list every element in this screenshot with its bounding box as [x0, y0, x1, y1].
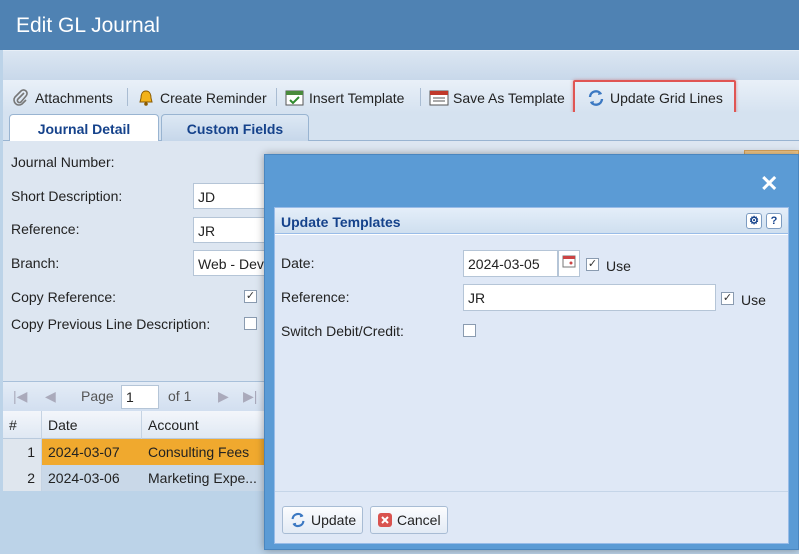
- help-icon[interactable]: ?: [766, 213, 782, 229]
- reference-field[interactable]: JR: [193, 217, 268, 243]
- last-page-icon[interactable]: ▶|: [243, 388, 257, 405]
- row-number: 2: [3, 465, 42, 491]
- row-number: 1: [3, 439, 42, 465]
- insert-template-button[interactable]: Insert Template: [285, 87, 404, 109]
- reference-label: Reference:: [281, 289, 350, 305]
- copy-reference-label: Copy Reference:: [11, 289, 117, 305]
- create-reminder-button[interactable]: Create Reminder: [136, 87, 267, 109]
- date-input[interactable]: 2024-03-05: [463, 250, 558, 277]
- branch-select[interactable]: Web - Dev: [193, 250, 268, 276]
- row-date: 2024-03-07: [48, 444, 120, 460]
- panel-footer: Update Cancel: [275, 491, 788, 543]
- page-input[interactable]: 1: [121, 385, 159, 409]
- create-reminder-label: Create Reminder: [160, 90, 267, 106]
- row-date: 2024-03-06: [48, 470, 120, 486]
- calendar-icon[interactable]: [558, 250, 580, 277]
- cancel-icon: [377, 512, 393, 528]
- update-templates-dialog: ✕ Update Templates ⚙ ? Date: 2024-03-05 …: [264, 154, 799, 550]
- page-label: Page: [81, 388, 114, 404]
- branch-label: Branch:: [11, 255, 60, 271]
- copy-reference-checkbox[interactable]: ✓: [244, 290, 257, 303]
- reference-input[interactable]: JR: [463, 284, 716, 311]
- row-account: Consulting Fees: [148, 444, 250, 460]
- tab-custom-fields[interactable]: Custom Fields: [161, 114, 309, 141]
- save-template-icon: [429, 88, 449, 108]
- insert-template-label: Insert Template: [309, 90, 405, 106]
- row-account: Marketing Expe...: [148, 470, 257, 486]
- highlight-box: [573, 80, 736, 116]
- refresh-icon: [289, 511, 307, 529]
- date-use-checkbox[interactable]: ✓: [586, 258, 599, 271]
- date-use-label: Use: [606, 258, 631, 274]
- first-page-icon[interactable]: |◀: [13, 388, 27, 405]
- bell-icon: [136, 88, 156, 108]
- next-page-icon[interactable]: ▶: [218, 388, 229, 405]
- journal-number-label: Journal Number:: [11, 154, 115, 170]
- close-icon[interactable]: ✕: [760, 171, 778, 197]
- header-strip: [3, 50, 799, 80]
- short-description-field[interactable]: JD: [193, 183, 268, 209]
- attachments-button[interactable]: Attachments: [11, 87, 113, 109]
- reference-label: Reference:: [11, 221, 80, 237]
- tab-strip: Journal Detail Custom Fields: [3, 112, 799, 142]
- page-count: of 1: [168, 388, 192, 404]
- prev-page-icon[interactable]: ◀: [45, 388, 56, 405]
- tab-journal-detail[interactable]: Journal Detail: [9, 114, 159, 142]
- update-button-label: Update: [311, 512, 357, 528]
- paperclip-icon: [11, 88, 31, 108]
- panel-header: Update Templates ⚙ ?: [275, 208, 788, 234]
- insert-template-icon: [285, 88, 305, 108]
- cancel-button-label: Cancel: [397, 512, 441, 528]
- copy-previous-description-label: Copy Previous Line Description:: [11, 316, 211, 332]
- reference-use-label: Use: [741, 292, 766, 308]
- save-as-template-label: Save As Template: [453, 90, 565, 106]
- settings-icon[interactable]: ⚙: [746, 213, 762, 229]
- update-templates-panel: Update Templates ⚙ ? Date: 2024-03-05 ✓ …: [274, 207, 789, 544]
- reference-use-checkbox[interactable]: ✓: [721, 292, 734, 305]
- copy-previous-description-checkbox[interactable]: [244, 317, 257, 330]
- column-header-account[interactable]: Account: [142, 411, 267, 439]
- switch-debit-credit-label: Switch Debit/Credit:: [281, 323, 404, 339]
- short-description-label: Short Description:: [11, 188, 123, 204]
- panel-title: Update Templates: [281, 214, 401, 230]
- toolbar-separator: [420, 88, 421, 106]
- switch-debit-credit-checkbox[interactable]: [463, 324, 476, 337]
- date-label: Date:: [281, 255, 315, 271]
- cancel-button[interactable]: Cancel: [370, 506, 448, 534]
- save-as-template-button[interactable]: Save As Template: [429, 87, 565, 109]
- attachments-label: Attachments: [35, 90, 113, 106]
- toolbar-separator: [276, 88, 277, 106]
- panel-body: Date: 2024-03-05 ✓ Use Reference: JR ✓ U…: [275, 235, 788, 491]
- update-button[interactable]: Update: [282, 506, 364, 534]
- toolbar-separator: [127, 88, 128, 106]
- column-header-number[interactable]: #: [3, 411, 42, 439]
- window-title: Edit GL Journal: [0, 0, 799, 50]
- column-header-date[interactable]: Date: [42, 411, 142, 439]
